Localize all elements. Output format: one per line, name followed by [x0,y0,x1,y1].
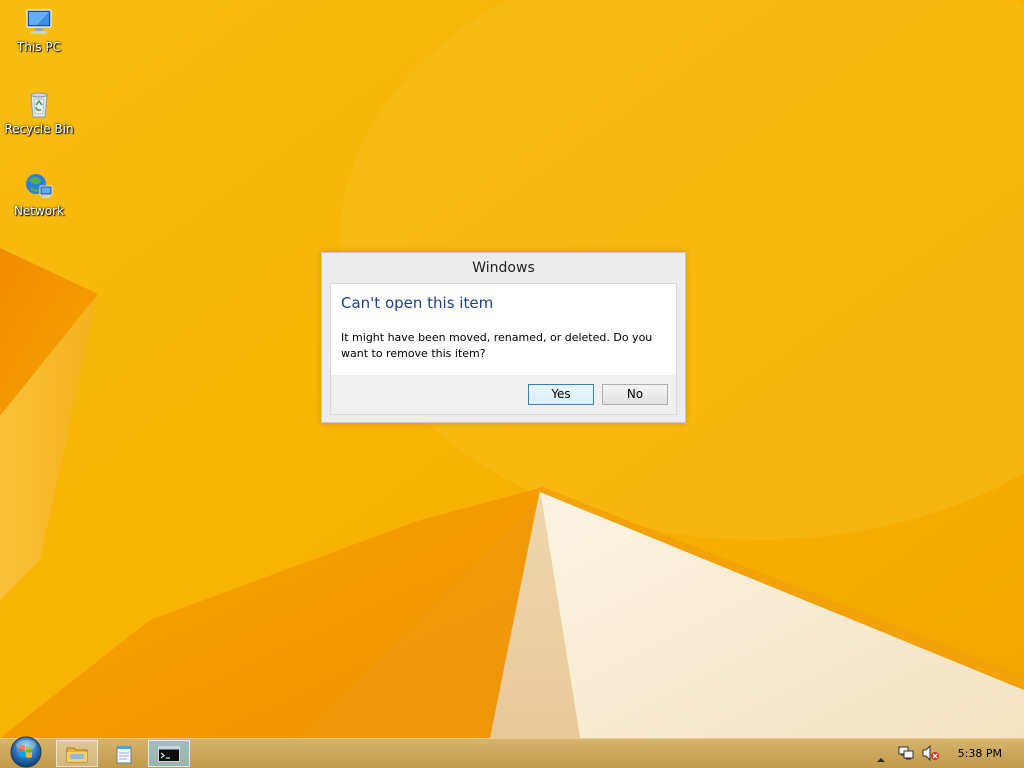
volume-muted-icon [922,744,939,762]
file-explorer-icon [66,747,88,762]
taskbar-file-explorer[interactable] [56,740,98,767]
desktop-icon-label: Recycle Bin [4,122,74,136]
dialog-content: Can't open this item It might have been … [331,284,676,375]
notepad-icon [116,745,132,763]
network-tray-icon [898,746,914,760]
no-button[interactable]: No [602,384,668,405]
desktop-icon-label: Network [13,204,65,218]
taskbar-command-prompt[interactable] [148,740,190,767]
tray-volume-button[interactable] [922,744,940,765]
network-icon [26,174,53,198]
taskbar: 5:38 PM [0,735,1024,768]
recycle-bin-icon [30,92,48,118]
dialog-title[interactable]: Windows [322,253,685,283]
desktop: This PC Recycle Bin Network Windows Can'… [0,0,1024,768]
dialog-heading: Can't open this item [341,294,494,312]
message-dialog: Windows Can't open this item It might ha… [321,252,686,423]
computer-icon [26,9,52,34]
desktop-icon-network[interactable]: Network [1,170,77,218]
taskbar-clock[interactable]: 5:38 PM [958,739,1002,768]
chevron-up-icon [877,758,885,762]
taskbar-notepad[interactable] [103,740,145,767]
start-button[interactable] [6,735,46,768]
desktop-icon-recycle-bin[interactable]: Recycle Bin [1,88,77,136]
dialog-message: It might have been moved, renamed, or de… [341,331,653,360]
desktop-icon-label: This PC [17,40,61,54]
yes-button[interactable]: Yes [528,384,594,405]
show-hidden-icons-button[interactable] [876,749,886,768]
dialog-client-area: Can't open this item It might have been … [330,283,677,415]
tray-network-button[interactable] [898,745,914,765]
desktop-icon-this-pc[interactable]: This PC [1,6,77,54]
start-orb-icon [10,736,42,768]
command-prompt-icon [158,745,180,762]
